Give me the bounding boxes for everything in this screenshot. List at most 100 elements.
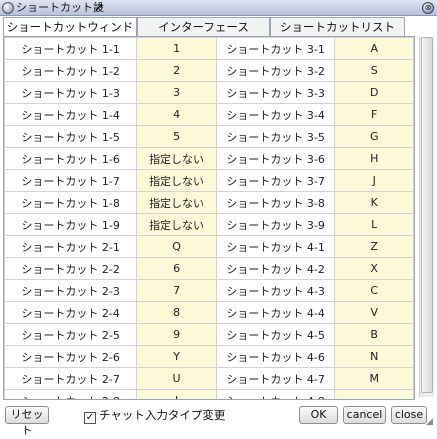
shortcut-key-cell[interactable]: Z xyxy=(334,235,414,258)
shortcut-name-cell: ショートカット 1-7 xyxy=(4,169,138,192)
shortcut-key-cell[interactable]: 9 xyxy=(136,323,217,346)
shortcut-key-cell[interactable]: A xyxy=(334,37,414,60)
shortcut-name-cell: ショートカット 1-5 xyxy=(4,125,138,148)
resize-grip-icon[interactable]: ◢ xyxy=(426,417,436,427)
shortcut-name-cell: ショートカット 3-8 xyxy=(215,191,336,214)
shortcut-key-cell[interactable]: 7 xyxy=(136,279,217,302)
vertical-scrollbar[interactable] xyxy=(419,37,434,397)
shortcut-key-cell[interactable]: I xyxy=(136,389,217,399)
shortcut-key-cell[interactable]: Q xyxy=(136,235,217,258)
shortcut-name-cell: ショートカット 1-9 xyxy=(4,213,138,236)
shortcut-key-cell[interactable]: 指定しない xyxy=(136,213,217,236)
shortcut-panel: ショートカット 1-1 1 ショートカット 3-1 A ショートカット 1-2 2 ショート… xyxy=(3,36,415,400)
shortcut-row: ショートカット 1-6 指定しない ショートカット 3-6 H xyxy=(4,147,414,170)
shortcut-name-cell: ショートカット 4-8 xyxy=(215,389,336,399)
tab-interface[interactable]: インターフェース xyxy=(137,17,270,36)
shortcut-name-cell: ショートカット 3-5 xyxy=(215,125,336,148)
shortcut-row: ショートカット 2-6 Y ショートカット 4-6 N xyxy=(4,345,414,368)
ok-button[interactable]: OK xyxy=(299,406,338,424)
shortcut-row: ショートカット 1-2 2 ショートカット 3-2 S xyxy=(4,59,414,82)
shortcut-row: ショートカット 2-2 6 ショートカット 4-2 X xyxy=(4,257,414,280)
shortcut-key-cell[interactable]: 指定しない xyxy=(136,191,217,214)
shortcut-name-cell: ショートカット 2-2 xyxy=(4,257,138,280)
shortcut-key-cell[interactable]: N xyxy=(334,345,414,368)
shortcut-key-cell[interactable]: M xyxy=(334,367,414,390)
shortcut-row: ショートカット 2-3 7 ショートカット 4-3 C xyxy=(4,279,414,302)
shortcut-name-cell: ショートカット 3-2 xyxy=(215,59,336,82)
shortcut-name-cell: ショートカット 4-6 xyxy=(215,345,336,368)
shortcut-table: ショートカット 1-1 1 ショートカット 3-1 A ショートカット 1-2 2 ショート… xyxy=(4,37,414,399)
shortcut-name-cell: ショートカット 3-4 xyxy=(215,103,336,126)
chat-input-type-option[interactable]: ✓ チャット入力タイプ変更 xyxy=(84,407,226,424)
shortcut-name-cell: ショートカット 1-1 xyxy=(4,37,138,60)
shortcut-key-cell[interactable]: U xyxy=(136,367,217,390)
shortcut-name-cell: ショートカット 1-3 xyxy=(4,81,138,104)
tab-shortcut-list[interactable]: ショートカットリスト xyxy=(270,17,405,36)
shortcut-name-cell: ショートカット 4-2 xyxy=(215,257,336,280)
shortcut-row: ショートカット 2-1 Q ショートカット 4-1 Z xyxy=(4,235,414,258)
tab-shortcut-window[interactable]: ショートカットウィンドウ xyxy=(3,17,137,52)
shortcut-name-cell: ショートカット 2-7 xyxy=(4,367,138,390)
shortcut-name-cell: ショートカット 2-1 xyxy=(4,235,138,258)
shortcut-row: ショートカット 1-3 3 ショートカット 3-3 D xyxy=(4,81,414,104)
shortcut-key-cell[interactable]: 8 xyxy=(136,301,217,324)
shortcut-key-cell[interactable]: H xyxy=(334,147,414,170)
shortcut-row: ショートカット 2-4 8 ショートカット 4-4 V xyxy=(4,301,414,324)
shortcut-key-cell[interactable]: Y xyxy=(136,345,217,368)
shortcut-key-cell[interactable]: K xyxy=(334,191,414,214)
shortcut-row: ショートカット 2-8Iショートカット 4-8, xyxy=(4,389,414,399)
shortcut-key-cell[interactable]: J xyxy=(334,169,414,192)
shortcut-name-cell: ショートカット 1-8 xyxy=(4,191,138,214)
scrollbar-thumb[interactable] xyxy=(421,37,433,393)
shortcut-key-cell[interactable]: D xyxy=(334,81,414,104)
window-menu-icon[interactable] xyxy=(2,2,14,14)
shortcut-name-cell: ショートカット 2-8 xyxy=(4,389,138,399)
shortcut-name-cell: ショートカット 3-7 xyxy=(215,169,336,192)
shortcut-row: ショートカット 1-4 4 ショートカット 3-4 F xyxy=(4,103,414,126)
chat-input-type-checkbox[interactable]: ✓ xyxy=(84,412,96,424)
shortcut-row: ショートカット 1-7 指定しない ショートカット 3-7 J xyxy=(4,169,414,192)
shortcut-key-cell[interactable]: 4 xyxy=(136,103,217,126)
shortcut-key-cell[interactable]: 2 xyxy=(136,59,217,82)
shortcut-name-cell: ショートカット 3-6 xyxy=(215,147,336,170)
shortcut-name-cell: ショートカット 4-7 xyxy=(215,367,336,390)
shortcut-row: ショートカット 1-1 1 ショートカット 3-1 A xyxy=(4,37,414,60)
shortcut-key-cell[interactable]: 指定しない xyxy=(136,147,217,170)
shortcut-row: ショートカット 2-5 9 ショートカット 4-5 B xyxy=(4,323,414,346)
window-titlebar[interactable]: ショートカット設 ➚ ⊗ xyxy=(0,0,437,16)
shortcut-name-cell: ショートカット 2-3 xyxy=(4,279,138,302)
shortcut-name-cell: ショートカット 2-4 xyxy=(4,301,138,324)
shortcut-key-cell[interactable]: L xyxy=(334,213,414,236)
shortcut-key-cell[interactable]: F xyxy=(334,103,414,126)
shortcut-name-cell: ショートカット 3-3 xyxy=(215,81,336,104)
shortcut-name-cell: ショートカット 2-6 xyxy=(4,345,138,368)
shortcut-name-cell: ショートカット 1-4 xyxy=(4,103,138,126)
chat-input-type-label: チャット入力タイプ変更 xyxy=(99,408,226,422)
shortcut-key-cell[interactable]: 1 xyxy=(136,37,217,60)
shortcut-key-cell[interactable]: G xyxy=(334,125,414,148)
shortcut-key-cell[interactable]: 指定しない xyxy=(136,169,217,192)
shortcut-key-cell[interactable]: V xyxy=(334,301,414,324)
shortcut-key-cell[interactable]: 3 xyxy=(136,81,217,104)
shortcut-row: ショートカット 1-5 5 ショートカット 3-5 G xyxy=(4,125,414,148)
shortcut-key-cell[interactable]: 5 xyxy=(136,125,217,148)
shortcut-name-cell: ショートカット 4-5 xyxy=(215,323,336,346)
shortcut-key-cell[interactable]: S xyxy=(334,59,414,82)
shortcut-key-cell[interactable]: , xyxy=(334,389,414,399)
shortcut-row: ショートカット 1-8 指定しない ショートカット 3-8 K xyxy=(4,191,414,214)
shortcut-name-cell: ショートカット 3-1 xyxy=(215,37,336,60)
tab-bar: ショートカットウィンドウ インターフェース ショートカットリスト xyxy=(3,17,413,52)
shortcut-key-cell[interactable]: B xyxy=(334,323,414,346)
shortcut-key-cell[interactable]: C xyxy=(334,279,414,302)
close-button[interactable]: close xyxy=(391,406,427,424)
cancel-button[interactable]: cancel xyxy=(343,406,386,424)
reset-button[interactable]: リセット xyxy=(5,406,49,437)
shortcut-name-cell: ショートカット 1-2 xyxy=(4,59,138,82)
shortcut-row: ショートカット 1-9 指定しない ショートカット 3-9 L xyxy=(4,213,414,236)
shortcut-key-cell[interactable]: X xyxy=(334,257,414,280)
shortcut-name-cell: ショートカット 4-3 xyxy=(215,279,336,302)
shortcut-key-cell[interactable]: 6 xyxy=(136,257,217,280)
shortcut-name-cell: ショートカット 4-4 xyxy=(215,301,336,324)
shortcut-name-cell: ショートカット 4-1 xyxy=(215,235,336,258)
close-window-icon[interactable]: ⊗ xyxy=(422,2,434,14)
